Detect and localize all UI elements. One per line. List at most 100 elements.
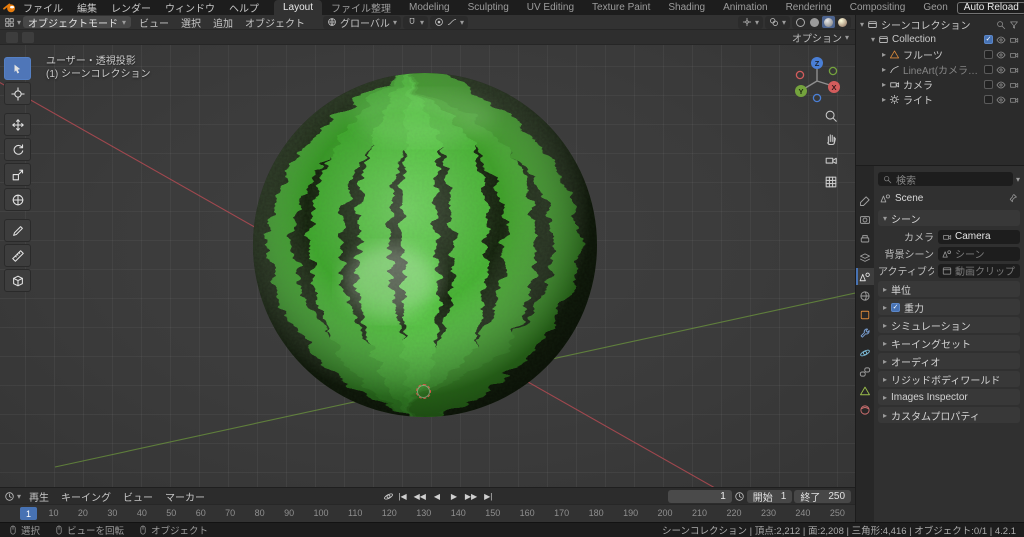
pan-hand-icon[interactable] <box>824 131 838 145</box>
frame-start-field[interactable]: 開始 1 <box>746 489 793 504</box>
panel-header[interactable]: ▸ シミュレーション <box>878 317 1020 333</box>
prev-keyframe-button[interactable]: ◀◀ <box>412 490 428 503</box>
show-gizmo-dropdown[interactable]: ▾ <box>737 15 763 29</box>
properties-tab-world[interactable] <box>856 287 874 304</box>
tool-cursor-button[interactable] <box>4 82 31 105</box>
properties-tab-modifiers[interactable] <box>856 325 874 342</box>
ortho-toggle-icon[interactable] <box>824 175 838 189</box>
eye-icon[interactable] <box>996 65 1006 75</box>
workspace-tab[interactable]: Animation <box>714 0 776 15</box>
app-menu-item[interactable]: レンダー <box>104 0 158 15</box>
properties-tab-physics[interactable] <box>856 344 874 361</box>
properties-tab-scene[interactable] <box>856 268 874 285</box>
camera-icon[interactable] <box>1009 65 1019 75</box>
panel-header[interactable]: ▸ キーイングセット <box>878 335 1020 351</box>
outliner-row[interactable]: ▸ フルーツ <box>856 47 1024 62</box>
app-menu-item[interactable]: ヘルプ <box>222 0 266 15</box>
app-menu-item[interactable]: 編集 <box>70 0 104 15</box>
transform-orientation-dropdown[interactable]: グローバル ▾ <box>323 15 401 30</box>
viewport-menu-item[interactable]: ビュー <box>133 15 175 30</box>
camera-view-icon[interactable] <box>824 153 838 167</box>
chevron-right-icon[interactable]: ▸ <box>882 65 886 74</box>
viewport-3d[interactable]: ユーザー・透視投影 (1) シーンコレクション Z X Y <box>0 45 855 487</box>
shading-wireframe-button[interactable] <box>794 16 807 28</box>
tool-scale-button[interactable] <box>4 163 31 186</box>
auto-key-icon[interactable] <box>383 491 394 502</box>
outliner-row[interactable]: ▾ Collection ✓ <box>856 32 1024 47</box>
workspace-tab[interactable]: Geon <box>914 0 956 15</box>
timeline-ruler[interactable]: 1 11020304050607080901001101201301401501… <box>0 504 855 522</box>
properties-tab-tool[interactable] <box>856 192 874 209</box>
zoom-icon[interactable] <box>824 109 838 123</box>
timeline-menu-item[interactable]: 再生 <box>23 489 55 504</box>
panel-header[interactable]: ▸ 単位 <box>878 281 1020 297</box>
navigation-gizmo[interactable]: Z X Y <box>791 53 843 105</box>
tool-measure-button[interactable] <box>4 244 31 267</box>
tool-annotate-button[interactable] <box>4 219 31 242</box>
panel-header[interactable]: ▸ ✓ 重力 <box>878 299 1020 315</box>
tool-rotate-button[interactable] <box>4 138 31 161</box>
selectability-checkbox[interactable] <box>984 65 993 74</box>
timeline-editor-icon[interactable] <box>4 491 15 502</box>
workspace-tab[interactable]: ファイル整理 <box>322 0 400 15</box>
properties-tab-object[interactable] <box>856 306 874 323</box>
properties-tab-constraints[interactable] <box>856 363 874 380</box>
app-menu-item[interactable]: ファイル <box>16 0 70 15</box>
property-field[interactable]: Camera <box>938 229 1020 244</box>
play-reverse-button[interactable]: ◀ <box>429 490 445 503</box>
selectability-checkbox[interactable] <box>984 50 993 59</box>
proportional-edit-toggle[interactable]: ▾ <box>429 15 468 29</box>
overlays-dropdown[interactable]: ▾ <box>764 15 790 29</box>
panel-header-scene[interactable]: ▾ シーン <box>878 210 1020 226</box>
eye-icon[interactable] <box>996 50 1006 60</box>
options-label[interactable]: オプション <box>792 30 842 45</box>
jump-end-button[interactable]: ▶| <box>480 490 496 503</box>
filter-icon[interactable] <box>1009 20 1019 30</box>
workspace-tab[interactable]: Shading <box>659 0 714 15</box>
chevron-right-icon[interactable]: ▸ <box>882 80 886 89</box>
eye-icon[interactable] <box>996 35 1006 45</box>
tool-move-button[interactable] <box>4 113 31 136</box>
snap-toggle[interactable]: ▾ <box>402 15 428 29</box>
workspace-tab[interactable]: Compositing <box>841 0 915 15</box>
workspace-tab[interactable]: Sculpting <box>459 0 518 15</box>
chevron-right-icon[interactable]: ▸ <box>882 95 886 104</box>
camera-icon[interactable] <box>1009 80 1019 90</box>
outliner-row[interactable]: ▸ LineArt(カメラ視点) <box>856 62 1024 77</box>
play-button[interactable]: ▶ <box>446 490 462 503</box>
auto-reload-button[interactable]: Auto Reload <box>956 1 1024 14</box>
chevron-down-icon[interactable]: ▾ <box>871 35 875 44</box>
jump-start-button[interactable]: |◀ <box>395 490 411 503</box>
workspace-tab[interactable]: UV Editing <box>518 0 583 15</box>
outliner-row[interactable]: ▸ カメラ <box>856 77 1024 92</box>
shading-rendered-button[interactable] <box>836 16 849 28</box>
chevron-down-icon[interactable]: ▾ <box>860 20 864 29</box>
pin-icon[interactable] <box>1008 193 1018 203</box>
timeline-menu-item[interactable]: マーカー <box>159 489 211 504</box>
chevron-right-icon[interactable]: ▸ <box>882 50 886 59</box>
tool-transform-button[interactable] <box>4 188 31 211</box>
panel-header[interactable]: ▸ リジッドボディワールド <box>878 371 1020 387</box>
property-field[interactable]: 動画クリップ <box>938 263 1020 278</box>
workspace-tab[interactable]: Texture Paint <box>583 0 659 15</box>
tool-settings-icon[interactable] <box>22 31 34 43</box>
tool-add-cube-button[interactable] <box>4 269 31 292</box>
workspace-tab[interactable]: Rendering <box>777 0 841 15</box>
current-frame-field[interactable]: 1 <box>667 489 732 503</box>
clock-icon[interactable] <box>734 491 745 502</box>
properties-tab-output[interactable] <box>856 230 874 247</box>
editor-type-icon[interactable] <box>4 17 15 28</box>
chevron-down-icon[interactable]: ▾ <box>1016 175 1020 184</box>
camera-icon[interactable] <box>1009 35 1019 45</box>
workspace-tab[interactable]: Modeling <box>400 0 459 15</box>
panel-checkbox[interactable]: ✓ <box>891 302 901 312</box>
outliner-row[interactable]: ▸ ライト <box>856 92 1024 107</box>
selectability-checkbox[interactable]: ✓ <box>984 35 993 44</box>
properties-tab-view-layer[interactable] <box>856 249 874 266</box>
timeline-menu-item[interactable]: ビュー <box>117 489 159 504</box>
panel-header[interactable]: ▸ Images Inspector <box>878 389 1020 405</box>
panel-header[interactable]: ▸ オーディオ <box>878 353 1020 369</box>
camera-icon[interactable] <box>1009 50 1019 60</box>
selectability-checkbox[interactable] <box>984 80 993 89</box>
blender-logo-icon[interactable] <box>3 0 16 15</box>
